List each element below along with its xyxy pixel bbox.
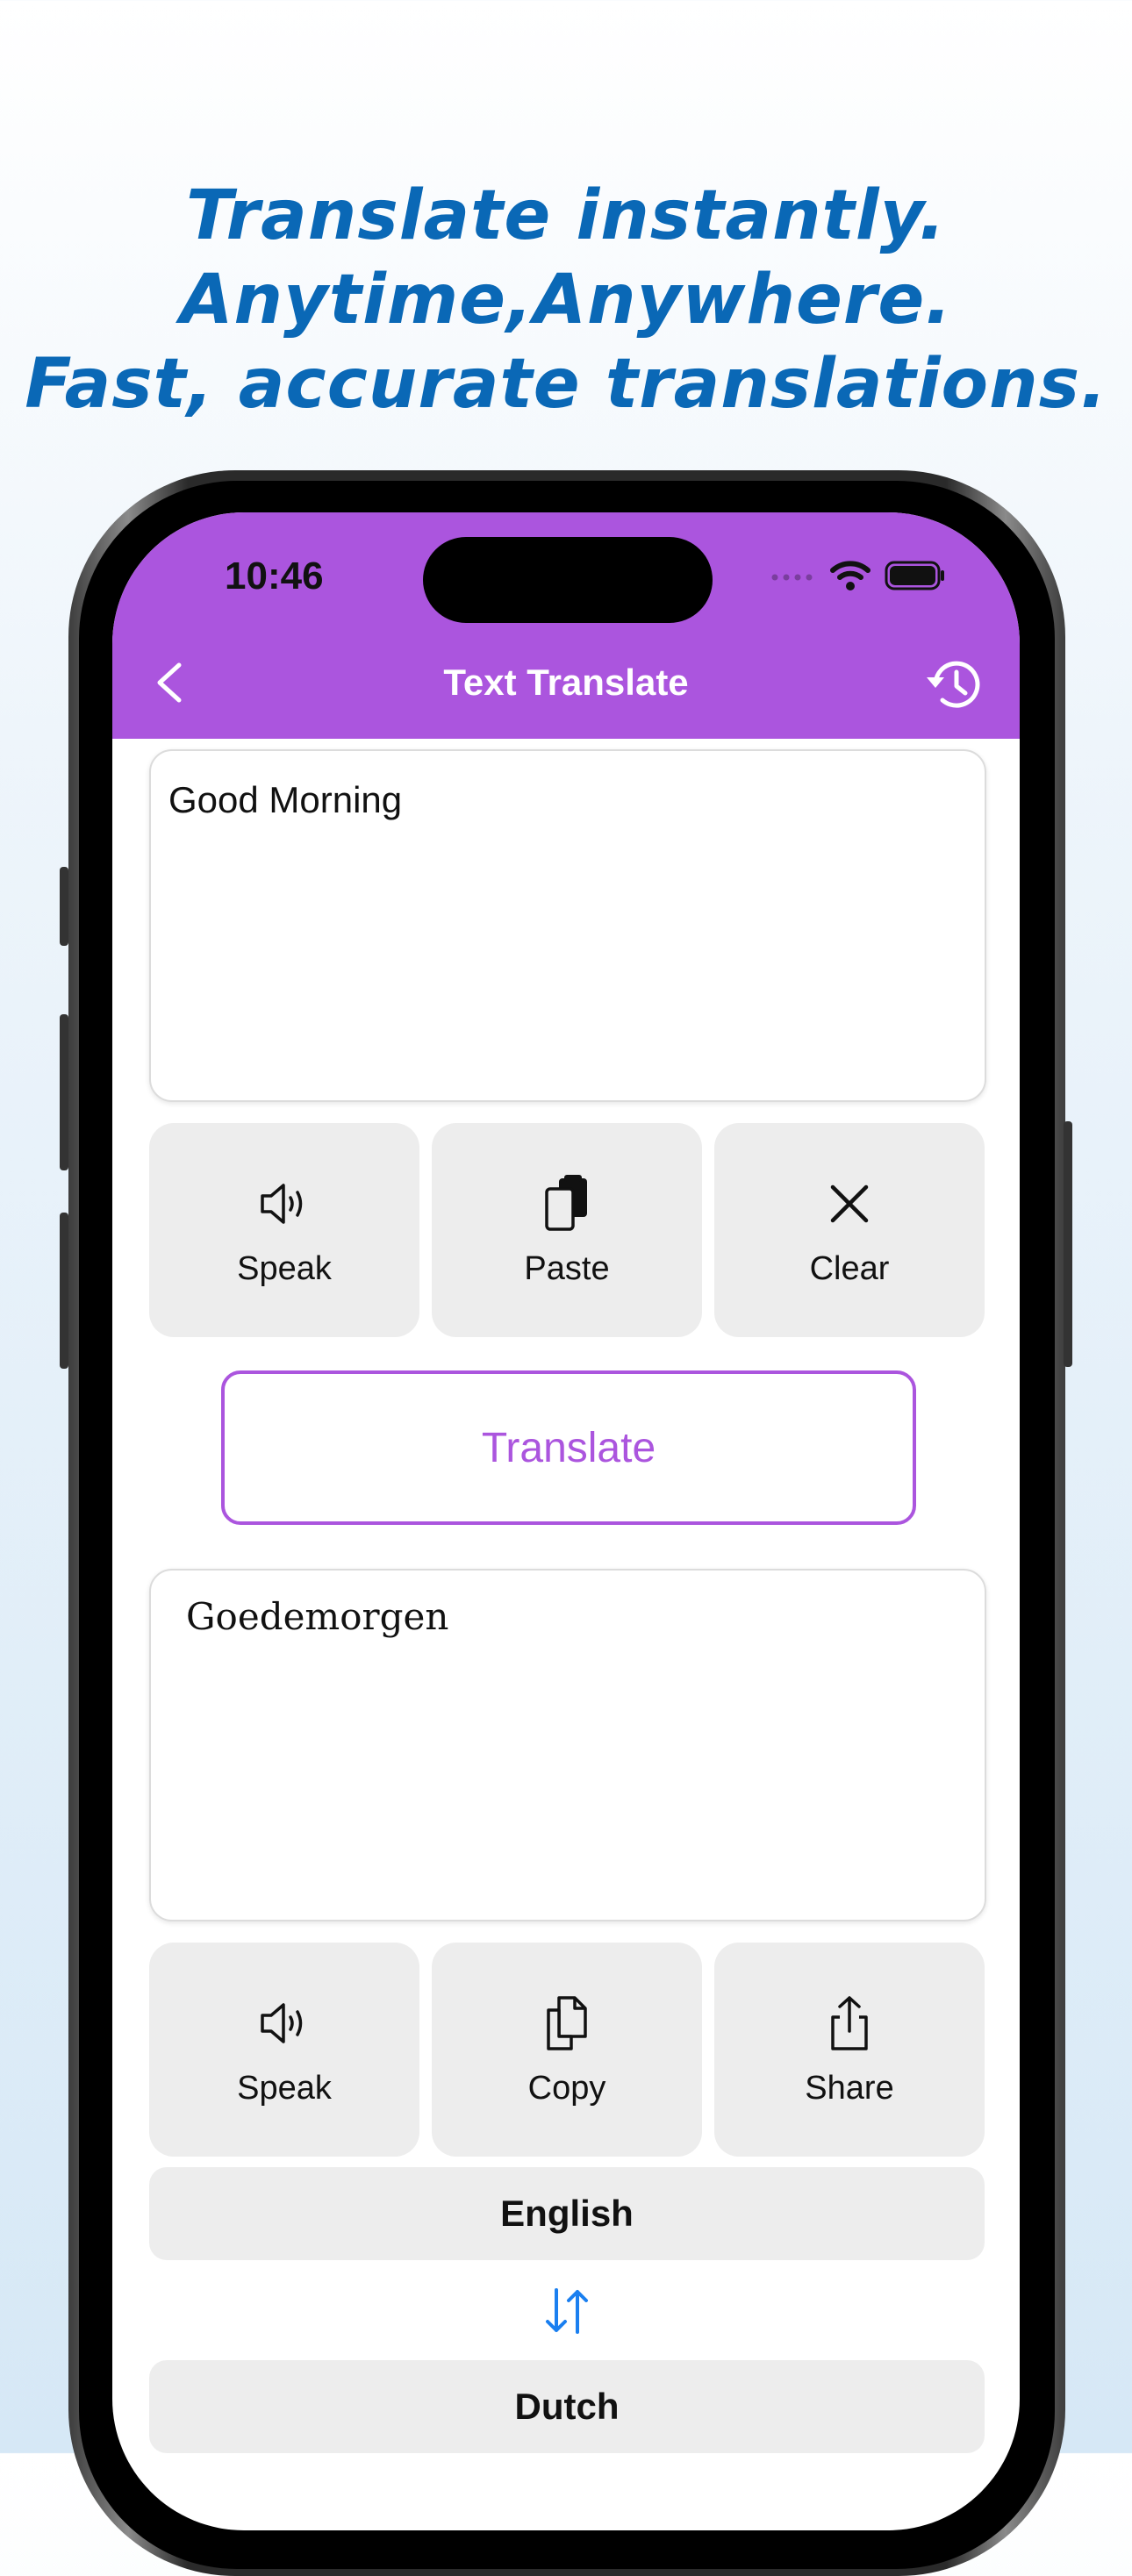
dynamic-island [423, 537, 713, 623]
speak-source-label: Speak [237, 1249, 332, 1287]
close-icon [830, 1184, 869, 1222]
volume-down-button [60, 1213, 68, 1369]
copy-button[interactable]: Copy [432, 1943, 702, 2157]
headline-line-1: Translate instantly. [186, 176, 946, 255]
history-button[interactable] [923, 653, 986, 716]
source-text: Good Morning [168, 779, 403, 820]
headline-line-3: Fast, accurate translations. [25, 345, 1107, 424]
history-icon [927, 661, 980, 708]
translate-button[interactable]: Translate [221, 1370, 916, 1525]
source-language-selector[interactable]: English [149, 2167, 985, 2260]
speak-result-button[interactable]: Speak [149, 1943, 419, 2157]
share-icon [831, 1995, 868, 2050]
source-actions: Speak Paste Clear [149, 1123, 985, 1337]
battery-icon [885, 561, 944, 590]
speak-result-label: Speak [237, 2069, 332, 2107]
status-icons [770, 560, 946, 591]
share-button[interactable]: Share [714, 1943, 985, 2157]
result-actions: Speak Copy Share [149, 1943, 985, 2157]
volume-up-button [60, 1014, 68, 1170]
translated-text: Goedemorgen [186, 1595, 449, 1638]
marketing-headline: Translate instantly. Anytime,Anywhere. F… [0, 174, 1132, 426]
headline-line-2: Anytime,Anywhere. [180, 261, 952, 340]
swap-arrows-icon [546, 2288, 588, 2334]
navigation-bar: 10:46 Text Translate [112, 512, 1020, 739]
clear-label: Clear [809, 1249, 890, 1287]
target-language-selector[interactable]: Dutch [149, 2360, 985, 2453]
paste-label: Paste [524, 1249, 610, 1287]
speaker-icon [261, 1183, 303, 1224]
speak-source-button[interactable]: Speak [149, 1123, 419, 1337]
swap-languages-button[interactable] [539, 2283, 595, 2339]
speaker-icon [261, 2002, 303, 2043]
copy-icon [547, 1995, 587, 2050]
status-time: 10:46 [225, 555, 324, 597]
share-label: Share [805, 2069, 894, 2107]
clear-button[interactable]: Clear [714, 1123, 985, 1337]
translated-text-output[interactable]: Goedemorgen [149, 1569, 986, 1921]
signal-icon [771, 574, 813, 581]
paste-icon [545, 1174, 587, 1231]
wifi-icon [830, 561, 870, 590]
app-screen: 10:46 Text Translate Good Morning Speak … [112, 512, 1020, 2530]
paste-button[interactable]: Paste [432, 1123, 702, 1337]
power-button [1064, 1121, 1072, 1367]
mute-switch [60, 867, 68, 946]
page-title: Text Translate [443, 662, 689, 703]
source-text-input[interactable]: Good Morning [149, 749, 986, 1102]
copy-label: Copy [527, 2069, 606, 2107]
